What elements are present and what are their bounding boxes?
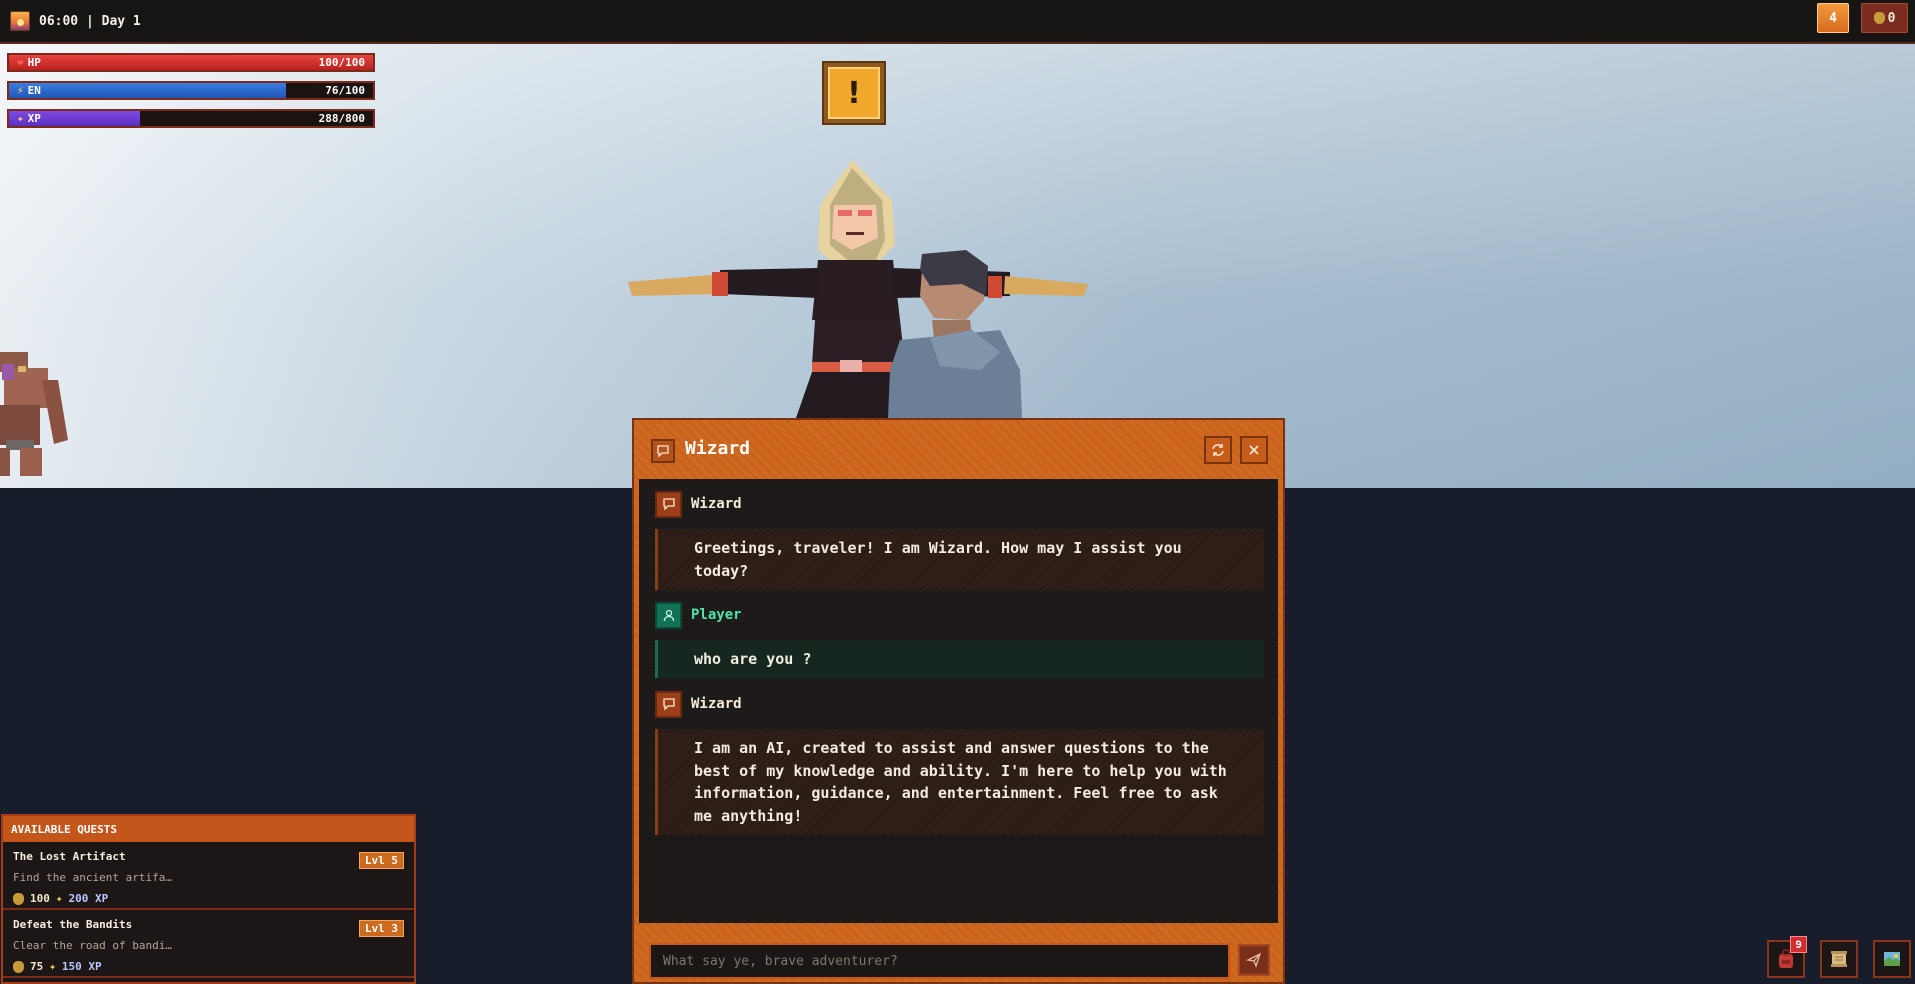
quest-title: Defeat the Bandits xyxy=(13,918,133,931)
message-header: Wizard xyxy=(655,690,742,718)
exclamation-icon: ! xyxy=(828,67,880,119)
map-icon xyxy=(1884,952,1900,966)
heart-icon: ❤ xyxy=(17,56,24,69)
lightning-icon: ⚡ xyxy=(17,84,24,97)
level-value: 4 xyxy=(1829,10,1837,26)
send-button[interactable] xyxy=(1238,944,1270,976)
xp-bar: ✦ XP 288/800 xyxy=(7,109,375,128)
quest-rewards: 75 ✦ 150 XP xyxy=(13,960,404,973)
quest-description: Clear the road of bandi… xyxy=(13,939,172,952)
quests-heading: AVAILABLE QUESTS xyxy=(3,816,414,842)
coin-bag-icon xyxy=(13,892,24,905)
gold-value: 0 xyxy=(1887,10,1896,26)
close-button[interactable] xyxy=(1240,436,1268,464)
message-header: Player xyxy=(655,601,742,629)
energy-bar: ⚡ EN 76/100 xyxy=(7,81,375,100)
xp-label: XP xyxy=(27,112,41,125)
quest-level-badge: Lvl 5 xyxy=(358,852,404,869)
chat-icon xyxy=(655,690,682,718)
top-bar: 06:00 | Day 1 4 0 xyxy=(0,0,1915,44)
map-button[interactable] xyxy=(1873,940,1911,978)
energy-fill xyxy=(9,83,286,98)
scroll-icon xyxy=(1831,951,1847,967)
energy-value: 76/100 xyxy=(325,84,365,97)
speaker-name: Player xyxy=(691,607,742,623)
speaker-name: Wizard xyxy=(691,496,742,512)
quest-gold: 75 xyxy=(30,960,44,973)
dialog-title: Wizard xyxy=(685,438,751,459)
send-icon xyxy=(1246,952,1262,968)
dialog-footer xyxy=(634,923,1283,984)
npc-message: I am an AI, created to assist and answer… xyxy=(655,729,1264,835)
inventory-count-badge: 9 xyxy=(1790,936,1807,953)
quest-title: The Lost Artifact xyxy=(13,850,126,863)
dialog-header: Wizard xyxy=(634,420,1283,479)
quest-rewards: 100 ✦ 200 XP xyxy=(13,892,404,905)
level-badge: 4 xyxy=(1817,3,1849,33)
sunrise-icon xyxy=(10,11,30,31)
quest-item[interactable]: The Lost Artifact Find the ancient artif… xyxy=(3,842,414,910)
npc-message: Greetings, traveler! I am Wizard. How ma… xyxy=(655,529,1264,590)
quest-item[interactable]: Defeat the Bandits Clear the road of ban… xyxy=(3,910,414,978)
energy-label: EN xyxy=(27,84,41,97)
speaker-name: Wizard xyxy=(691,696,742,712)
dialog-messages[interactable]: Wizard Greetings, traveler! I am Wizard.… xyxy=(639,479,1278,923)
inventory-button[interactable]: 9 xyxy=(1767,936,1807,978)
close-icon xyxy=(1249,445,1259,455)
coin-bag-icon xyxy=(1873,12,1885,24)
gold-counter: 0 xyxy=(1861,3,1908,33)
refresh-button[interactable] xyxy=(1204,436,1232,464)
hp-label: HP xyxy=(27,56,41,69)
hp-bar: ❤ HP 100/100 xyxy=(7,53,375,72)
sparkle-icon: ✦ xyxy=(17,112,24,125)
quests-panel: AVAILABLE QUESTS The Lost Artifact Find … xyxy=(1,814,416,984)
coin-bag-icon xyxy=(13,960,24,973)
chat-icon xyxy=(651,439,675,463)
chat-input[interactable] xyxy=(649,943,1230,979)
message-header: Wizard xyxy=(655,490,742,518)
hp-value: 100/100 xyxy=(318,56,365,69)
quest-gold: 100 xyxy=(30,892,50,905)
quest-log-button[interactable] xyxy=(1820,940,1858,978)
quest-xp: 200 XP xyxy=(68,892,109,905)
player-icon xyxy=(655,601,682,629)
quest-xp: 150 XP xyxy=(61,960,102,973)
quest-level-badge: Lvl 3 xyxy=(358,920,404,937)
quest-description: Find the ancient artifa… xyxy=(13,871,172,884)
npc-dialog: Wizard Wizard Greetings, traveler! I am … xyxy=(632,418,1285,984)
time-of-day: 06:00 | Day 1 xyxy=(39,13,141,29)
chat-icon xyxy=(655,490,682,518)
quest-marker[interactable]: ! xyxy=(822,61,886,125)
sparkle-icon: ✦ xyxy=(49,960,56,973)
xp-value: 288/800 xyxy=(318,112,365,125)
refresh-icon xyxy=(1212,444,1224,456)
sparkle-icon: ✦ xyxy=(55,892,63,905)
player-message: who are you ? xyxy=(655,640,1264,678)
